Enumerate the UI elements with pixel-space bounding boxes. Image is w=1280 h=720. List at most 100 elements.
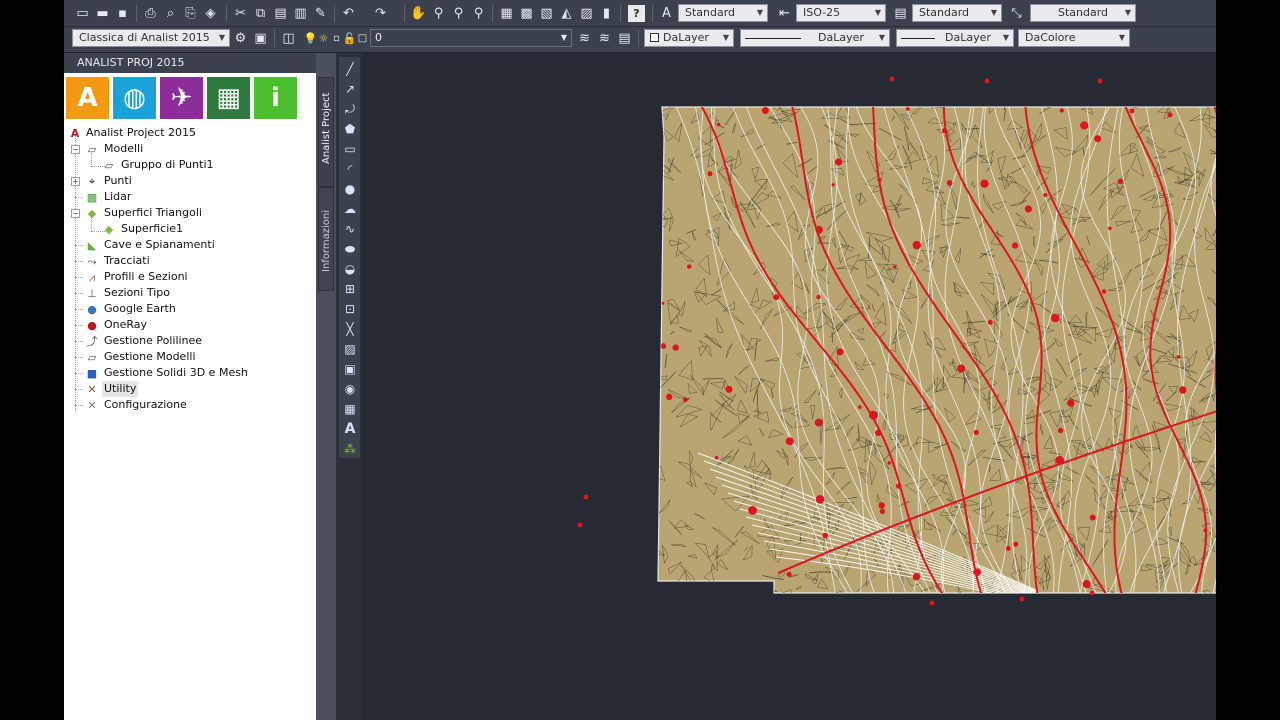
point-icon[interactable]: ╳ — [342, 321, 358, 337]
tree-item[interactable]: ▱ Gruppo di Punti1 — [64, 157, 304, 173]
zoom-previous-icon[interactable]: ⚲ — [470, 5, 487, 22]
workspace-settings-icon[interactable]: ▣ — [252, 30, 269, 47]
tree-item[interactable]: ⤳ Tracciati — [64, 253, 304, 269]
color-select[interactable]: DaLayer ▼ — [644, 29, 734, 47]
model-manager-icon: ▱ — [87, 351, 97, 364]
table-style-select[interactable]: Standard ▼ — [912, 4, 1002, 22]
zoom-realtime-icon[interactable]: ⚲ — [430, 5, 447, 22]
open-file-icon[interactable]: ▬ — [94, 5, 111, 22]
tree-item[interactable]: ▩ Lidar — [64, 189, 304, 205]
undo-icon[interactable]: ↶ — [340, 5, 357, 22]
paste-icon[interactable]: ▤ — [272, 5, 289, 22]
tree-item[interactable]: ▱ Gestione Modelli — [64, 349, 304, 365]
make-current-layer-icon[interactable]: ≋ — [576, 30, 593, 47]
spline-icon[interactable]: ∿ — [342, 221, 358, 237]
layer-manager-icon[interactable]: ◫ — [280, 30, 297, 47]
tree-root[interactable]: A Analist Project 2015 — [68, 125, 308, 141]
polygon-icon[interactable]: ⬟ — [342, 121, 358, 137]
ellipse-arc-icon[interactable]: ◒ — [342, 261, 358, 277]
make-block-icon[interactable]: ⊡ — [342, 301, 358, 317]
table-style-icon[interactable]: ▤ — [892, 5, 909, 22]
dim-style-icon[interactable]: ⇤ — [776, 5, 793, 22]
ellipse-icon[interactable]: ⬬ — [342, 241, 358, 257]
gradient-icon[interactable]: ▣ — [342, 361, 358, 377]
properties-icon[interactable]: ▦ — [498, 5, 515, 22]
info-icon[interactable]: i — [254, 77, 297, 119]
polyline-icon[interactable]: ⤾ — [342, 101, 358, 117]
construction-line-icon[interactable]: ↗ — [342, 81, 358, 97]
circle-icon[interactable]: ● — [342, 181, 358, 197]
tree-item[interactable]: ◆ Superficie1 — [64, 221, 304, 237]
satellite-icon[interactable]: ✈ — [160, 77, 203, 119]
zoom-window-icon[interactable]: ⚲ — [450, 5, 467, 22]
gear-icon[interactable]: ⚙ — [232, 30, 249, 47]
panel-title: ANALIST PROJ 2015 — [64, 53, 316, 73]
tree-item[interactable]: ● OneRay — [64, 317, 304, 333]
expand-icon[interactable]: + — [71, 177, 80, 186]
mleader-style-icon[interactable]: ⤡ — [1008, 5, 1025, 22]
new-file-icon[interactable]: ▭ — [74, 5, 91, 22]
drawing-canvas[interactable] — [362, 53, 1216, 720]
multiline-text-icon[interactable]: A — [342, 421, 358, 437]
tab-analist-project[interactable]: Analist Project — [318, 77, 334, 187]
copy-icon[interactable]: ⧉ — [252, 5, 269, 22]
tool-palettes-icon[interactable]: ▧ — [538, 5, 555, 22]
mleader-style-value: Standard — [1057, 6, 1109, 19]
linetype-select[interactable]: DaLayer ▼ — [740, 29, 890, 47]
tree-item[interactable]: ◣ Cave e Spianamenti — [64, 237, 304, 253]
markup-icon[interactable]: ▨ — [578, 5, 595, 22]
print-icon[interactable]: ⎙ — [142, 5, 159, 22]
redo-icon[interactable]: ↷ — [372, 5, 389, 22]
tree-item[interactable]: − ◆ Superfici Triangoli — [64, 205, 304, 221]
help-icon[interactable]: ? — [628, 5, 645, 22]
layer-previous-icon[interactable]: ≋ — [596, 30, 613, 47]
tree-item[interactable]: ✕ Configurazione — [64, 397, 304, 413]
plotstyle-select[interactable]: DaColore ▼ — [1018, 29, 1130, 47]
tree-item[interactable]: ■ Gestione Solidi 3D e Mesh — [64, 365, 304, 381]
collapse-icon[interactable]: − — [71, 209, 80, 218]
match-properties-icon[interactable]: ✎ — [312, 5, 329, 22]
tree-item[interactable]: ✕ Utility — [64, 381, 304, 397]
table-icon[interactable]: ▦ — [342, 401, 358, 417]
collapse-icon[interactable]: − — [71, 145, 80, 154]
mleader-style-select[interactable]: Standard ▼ — [1030, 4, 1136, 22]
arc-icon[interactable]: ◜ — [342, 161, 358, 177]
calculator-icon[interactable]: ▮ — [598, 5, 615, 22]
sheet-set-icon[interactable]: ◭ — [558, 5, 575, 22]
tree-item[interactable]: ⊥ Sezioni Tipo — [64, 285, 304, 301]
design-center-icon[interactable]: ▩ — [518, 5, 535, 22]
save-icon[interactable]: ▪ — [114, 5, 131, 22]
add-selected-icon[interactable]: ⁂ — [342, 441, 358, 457]
hatch-icon[interactable]: ▨ — [342, 341, 358, 357]
tab-informazioni[interactable]: Informazioni — [318, 187, 334, 291]
text-style-select[interactable]: Standard ▼ — [678, 4, 768, 22]
tree-item[interactable]: + ⌖ Punti — [64, 173, 304, 189]
tree-item[interactable]: ● Google Earth — [64, 301, 304, 317]
tree-item[interactable]: ⩘ Profili e Sezioni — [64, 269, 304, 285]
layer-color-swatch-icon[interactable]: □ — [354, 30, 371, 47]
google-earth-icon: ● — [87, 303, 97, 316]
analist-logo-icon[interactable]: A — [66, 77, 109, 119]
draw-toolbar: ╱ ↗ ⤾ ⬟ ▭ ◜ ● ☁ ∿ ⬬ ◒ ⊞ ⊡ ╳ ▨ ▣ ◉ ▦ A ⁂ — [338, 56, 361, 459]
globe-icon[interactable]: ◍ — [113, 77, 156, 119]
workspace-select[interactable]: Classica di Analist 2015 ▼ — [72, 29, 230, 47]
rectangle-icon[interactable]: ▭ — [342, 141, 358, 157]
3d-dwf-icon[interactable]: ◈ — [202, 5, 219, 22]
tree-item[interactable]: ⤴ Gestione Polilinee — [64, 333, 304, 349]
print-preview-icon[interactable]: ⌕ — [162, 5, 179, 22]
insert-block-icon[interactable]: ⊞ — [342, 281, 358, 297]
publish-icon[interactable]: ⎘ — [182, 5, 199, 22]
paste-block-icon[interactable]: ▥ — [292, 5, 309, 22]
revision-cloud-icon[interactable]: ☁ — [342, 201, 358, 217]
layer-state-icon[interactable]: ▤ — [616, 30, 633, 47]
dim-style-select[interactable]: ISO-25 ▼ — [796, 4, 886, 22]
text-style-icon[interactable]: A — [658, 5, 675, 22]
line-icon[interactable]: ╱ — [342, 61, 358, 77]
pan-icon[interactable]: ✋ — [410, 5, 427, 22]
tree-item[interactable]: − ▱ Modelli — [64, 141, 304, 157]
layer-select[interactable]: 0 ▼ — [370, 29, 572, 47]
region-icon[interactable]: ◉ — [342, 381, 358, 397]
cut-icon[interactable]: ✂ — [232, 5, 249, 22]
map-icon[interactable]: ▦ — [207, 77, 250, 119]
lineweight-select[interactable]: DaLayer ▼ — [896, 29, 1014, 47]
